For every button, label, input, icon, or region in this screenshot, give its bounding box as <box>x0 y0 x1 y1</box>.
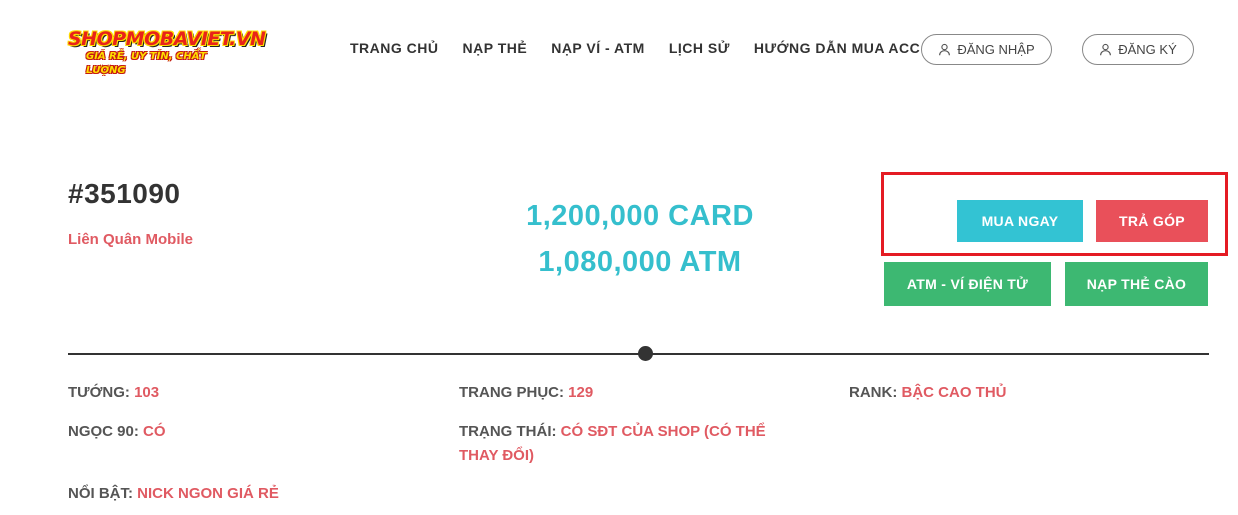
user-icon <box>939 43 951 56</box>
attr-highlight-value: NICK NGON GIÁ RẺ <box>137 485 279 502</box>
attr-rank-label: RANK: <box>849 384 898 401</box>
nav-item-guide[interactable]: HƯỚNG DẪN MUA ACC <box>754 40 920 56</box>
attr-status: TRẠNG THÁI: CÓ SĐT CỦA SHOP (CÓ THỂ THAY… <box>459 420 799 468</box>
logo-brand: SHOPMOBAVIET.VN <box>68 28 266 50</box>
attr-heroes: TƯỚNG: 103 <box>68 381 159 405</box>
attr-skins-label: TRANG PHỤC: <box>459 384 564 401</box>
register-label: ĐĂNG KÝ <box>1118 42 1177 57</box>
attr-heroes-label: TƯỚNG: <box>68 384 130 401</box>
attr-status-label: TRẠNG THÁI: <box>459 423 557 440</box>
site-logo[interactable]: SHOPMOBAVIET.VN GIÁ RẺ, UY TÍN, CHẤT LƯỢ… <box>68 28 266 76</box>
installment-button[interactable]: TRẢ GÓP <box>1096 200 1208 242</box>
price-atm: 1,080,000 ATM <box>538 246 742 278</box>
attr-skins: TRANG PHỤC: 129 <box>459 381 593 405</box>
nav-item-home[interactable]: TRANG CHỦ <box>350 40 439 56</box>
divider-dot <box>638 346 653 361</box>
login-button[interactable]: ĐĂNG NHẬP <box>921 34 1052 65</box>
account-game: Liên Quân Mobile <box>68 231 194 248</box>
attr-rank-value: BẬC CAO THỦ <box>901 384 1007 401</box>
attr-heroes-value: 103 <box>134 384 160 401</box>
price-card: 1,200,000 CARD <box>526 200 754 232</box>
atm-wallet-button[interactable]: ATM - VÍ ĐIỆN TỬ <box>884 262 1051 306</box>
attr-highlight-label: NỔI BẬT: <box>68 485 133 502</box>
user-icon <box>1100 43 1112 56</box>
nav-item-topup-wallet[interactable]: NẠP VÍ - ATM <box>551 40 645 56</box>
attr-gems-value: CÓ <box>143 423 166 440</box>
logo-slogan: GIÁ RẺ, UY TÍN, CHẤT LƯỢNG <box>86 51 207 76</box>
main-nav: TRANG CHỦ NẠP THẺ NẠP VÍ - ATM LỊCH SỬ H… <box>350 40 944 56</box>
nav-item-history[interactable]: LỊCH SỬ <box>669 40 730 56</box>
attr-gems-label: NGỌC 90: <box>68 423 139 440</box>
login-label: ĐĂNG NHẬP <box>957 42 1035 57</box>
attr-highlight: NỔI BẬT: NICK NGON GIÁ RẺ <box>68 482 279 506</box>
register-button[interactable]: ĐĂNG KÝ <box>1082 34 1194 65</box>
card-topup-button[interactable]: NẠP THẺ CÀO <box>1065 262 1208 306</box>
account-id: #351090 <box>68 178 181 209</box>
nav-item-topup-card[interactable]: NẠP THẺ <box>463 40 528 56</box>
attr-gems: NGỌC 90: CÓ <box>68 420 166 444</box>
buy-now-button[interactable]: MUA NGAY <box>957 200 1083 242</box>
page: SHOPMOBAVIET.VN GIÁ RẺ, UY TÍN, CHẤT LƯỢ… <box>0 0 1238 515</box>
attr-skins-value: 129 <box>568 384 594 401</box>
attr-rank: RANK: BẬC CAO THỦ <box>849 381 1007 405</box>
